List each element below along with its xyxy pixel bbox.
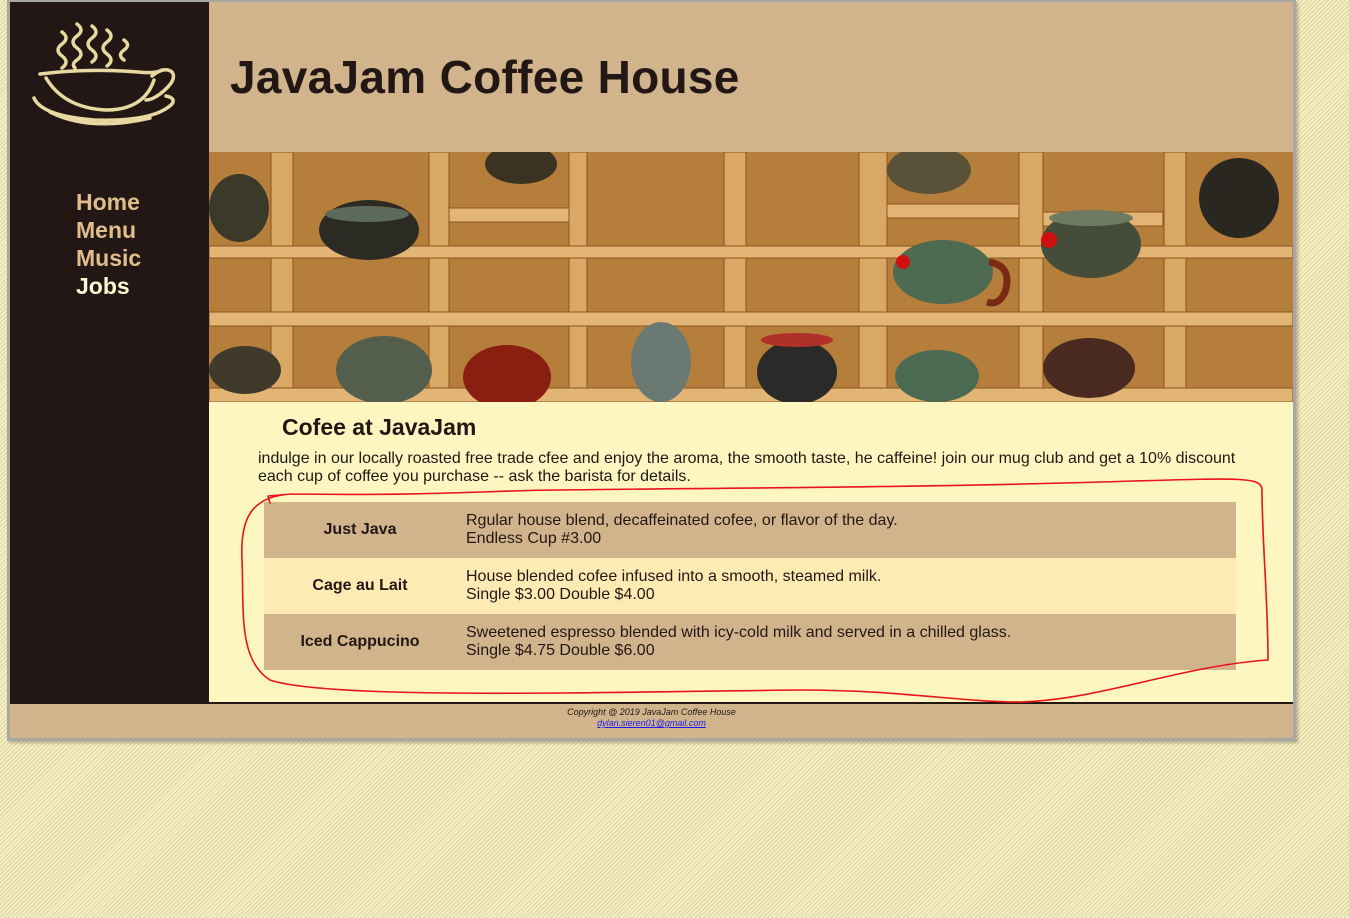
nav-music-link[interactable]: Music — [76, 244, 141, 272]
coffee-menu-table: Just Java Rgular house blend, decaffeina… — [264, 502, 1236, 670]
page-wrapper: Home Menu Music Jobs JavaJam Coffee Hous… — [7, 0, 1296, 741]
nav-menu-link[interactable]: Menu — [76, 216, 141, 244]
site-title: JavaJam Coffee House — [230, 51, 740, 103]
menu-item-name: Cage au Lait — [312, 577, 408, 594]
footer-email-link[interactable]: dylan.sieren01@gmail.com — [597, 718, 706, 728]
menu-item-name: Just Java — [323, 521, 397, 538]
main-content: Cofee at JavaJam indulge in our locally … — [209, 402, 1293, 702]
menu-item-description: Rgular house blend, decaffeinated cofee,… — [466, 512, 898, 547]
copyright-text: Copyright @ 2019 JavaJam Coffee House — [567, 707, 736, 717]
menu-item-description: House blended cofee infused into a smoot… — [466, 568, 882, 603]
site-footer: Copyright @ 2019 JavaJam Coffee House dy… — [10, 702, 1293, 738]
table-row: Cage au Lait House blended cofee infused… — [264, 558, 1236, 614]
menu-item-name: Iced Cappucino — [300, 633, 420, 650]
nav-home-link[interactable]: Home — [76, 188, 141, 216]
main-navigation: Home Menu Music Jobs — [76, 188, 141, 300]
section-heading: Cofee at JavaJam — [282, 414, 477, 440]
nav-jobs-link[interactable]: Jobs — [76, 272, 141, 300]
table-row: Just Java Rgular house blend, decaffeina… — [264, 502, 1236, 558]
site-header: JavaJam Coffee House — [209, 2, 1293, 152]
table-row: Iced Cappucino Sweetened espresso blende… — [264, 614, 1236, 670]
coffee-cup-logo — [32, 22, 176, 126]
intro-paragraph: indulge in our locally roasted free trad… — [258, 450, 1236, 485]
menu-item-description: Sweetened espresso blended with icy-cold… — [466, 624, 1012, 659]
hero-mugs-image — [209, 152, 1293, 402]
